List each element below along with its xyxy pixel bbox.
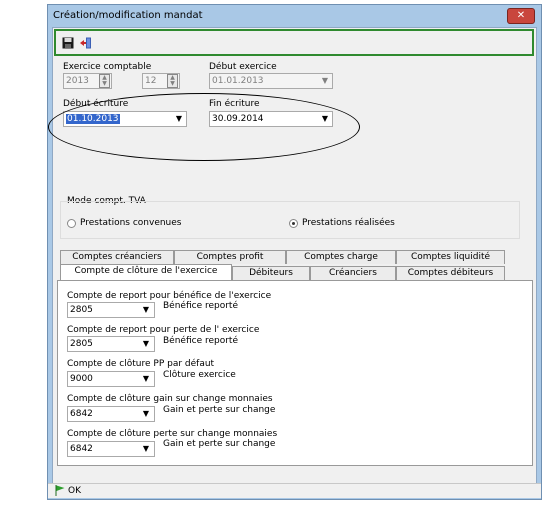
tab-comptes-liquidite[interactable]: Comptes liquidité — [396, 250, 505, 264]
exercice-year-spin[interactable]: 2013 ▲ ▼ — [63, 73, 112, 89]
chevron-down-icon[interactable]: ▼ — [143, 337, 149, 351]
closing-label-1: Compte de report pour bénéfice de l'exer… — [67, 291, 272, 301]
closing-value-2: 2805 — [70, 339, 93, 349]
closing-combo-2[interactable]: 2805 ▼ — [67, 336, 155, 352]
chevron-down-icon[interactable]: ▼ — [143, 372, 149, 386]
closing-desc-2: Bénéfice reporté — [163, 336, 238, 346]
exit-door-icon[interactable] — [80, 37, 92, 49]
closing-combo-4[interactable]: 6842 ▼ — [67, 406, 155, 422]
radio-realisees[interactable] — [289, 219, 298, 228]
radio-convenues-label[interactable]: Prestations convenues — [80, 218, 182, 228]
closing-desc-1: Bénéfice reporté — [163, 301, 238, 311]
tva-group: Prestations convenues Prestations réalis… — [60, 201, 520, 239]
exercice-label: Exercice comptable — [63, 62, 152, 72]
title-bar[interactable]: Création/modification mandat ✕ — [48, 5, 541, 27]
ok-button[interactable]: OK — [68, 486, 81, 496]
tab-comptes-creanciers[interactable]: Comptes créanciers — [60, 250, 174, 264]
mandat-window: Création/modification mandat ✕ Exercice … — [47, 4, 542, 500]
closing-tab-panel: Compte de report pour bénéfice de l'exer… — [57, 280, 533, 466]
debut-exercice-combo: 01.01.2013 ▼ — [209, 73, 333, 89]
close-button[interactable]: ✕ — [507, 8, 535, 24]
closing-desc-5: Gain et perte sur change — [163, 439, 276, 449]
closing-value-4: 6842 — [70, 409, 93, 419]
save-icon[interactable] — [62, 37, 74, 49]
tab-cloture-exercice[interactable]: Compte de clôture de l'exercice — [60, 264, 232, 280]
closing-label-3: Compte de clôture PP par défaut — [67, 359, 215, 369]
closing-combo-1[interactable]: 2805 ▼ — [67, 302, 155, 318]
closing-label-4: Compte de clôture gain sur change monnai… — [67, 394, 273, 404]
exercice-year-value: 2013 — [66, 76, 89, 86]
spin-updown-icon[interactable]: ▲ ▼ — [167, 74, 178, 88]
closing-desc-4: Gain et perte sur change — [163, 405, 276, 415]
chevron-down-icon: ▼ — [321, 76, 328, 85]
flag-icon — [55, 485, 65, 496]
closing-combo-5[interactable]: 6842 ▼ — [67, 441, 155, 457]
closing-label-5: Compte de clôture perte sur change monna… — [67, 429, 278, 439]
toolbar — [54, 29, 534, 56]
closing-value-3: 9000 — [70, 374, 93, 384]
exercice-month-spin[interactable]: 12 ▲ ▼ — [142, 73, 180, 89]
window-title: Création/modification mandat — [53, 10, 203, 21]
chevron-down-icon[interactable]: ▼ — [143, 442, 149, 456]
closing-desc-3: Clôture exercice — [163, 370, 236, 380]
tab-comptes-debiteurs[interactable]: Comptes débiteurs — [396, 266, 505, 280]
chevron-down-icon[interactable]: ▼ — [143, 303, 149, 317]
spin-updown-icon[interactable]: ▲ ▼ — [99, 74, 110, 88]
radio-convenues[interactable] — [67, 219, 76, 228]
status-bar: OK — [48, 483, 541, 498]
tab-comptes-charge[interactable]: Comptes charge — [286, 250, 396, 264]
closing-combo-3[interactable]: 9000 ▼ — [67, 371, 155, 387]
exercice-month-value: 12 — [145, 76, 157, 86]
annotation-ellipse — [48, 93, 360, 161]
tab-debiteurs[interactable]: Débiteurs — [232, 266, 310, 280]
debut-exercice-value: 01.01.2013 — [212, 76, 264, 86]
chevron-down-icon[interactable]: ▼ — [143, 407, 149, 421]
closing-label-2: Compte de report pour perte de l' exerci… — [67, 325, 260, 335]
closing-value-5: 6842 — [70, 444, 93, 454]
closing-value-1: 2805 — [70, 305, 93, 315]
tab-comptes-profit[interactable]: Comptes profit — [174, 250, 286, 264]
radio-realisees-label[interactable]: Prestations réalisées — [302, 218, 395, 228]
tab-creanciers[interactable]: Créanciers — [310, 266, 396, 280]
debut-exercice-label: Début exercice — [209, 62, 277, 72]
